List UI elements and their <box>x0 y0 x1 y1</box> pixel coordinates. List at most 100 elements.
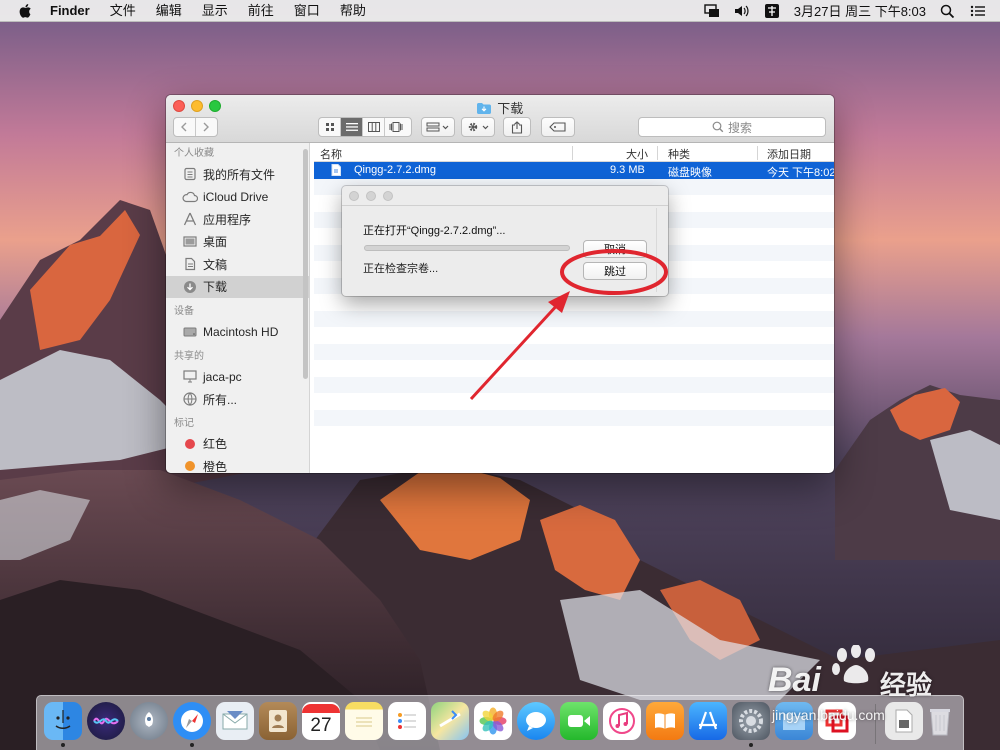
dialog-zoom-button <box>383 191 393 201</box>
reminders-icon[interactable] <box>388 702 426 740</box>
column-view-button[interactable] <box>363 118 385 136</box>
applications-icon <box>182 212 198 226</box>
input-method-icon[interactable] <box>764 3 780 18</box>
baidu-paw-logo <box>832 645 875 684</box>
column-header-size[interactable]: 大小 <box>626 146 648 162</box>
notification-center-icon[interactable] <box>970 4 986 18</box>
table-row <box>314 393 834 410</box>
sidebar-item-downloads[interactable]: 下载 <box>166 275 309 298</box>
itunes-icon[interactable] <box>603 702 641 740</box>
search-field[interactable]: 搜索 <box>638 117 826 137</box>
apple-menu-icon[interactable] <box>18 3 32 19</box>
contacts-icon[interactable] <box>259 702 297 740</box>
file-name: Qingg-2.7.2.dmg <box>354 164 436 176</box>
notes-icon[interactable] <box>345 702 383 740</box>
calendar-icon[interactable]: 27 <box>302 702 340 740</box>
action-menu-button[interactable] <box>461 117 495 137</box>
cancel-button[interactable]: 取消 <box>583 240 647 258</box>
opening-progress-dialog: 正在打开“Qingg-2.7.2.dmg”... 正在检查宗卷... 取消 跳过 <box>342 186 668 296</box>
share-button[interactable] <box>503 117 531 137</box>
siri-icon[interactable] <box>87 702 125 740</box>
sidebar-item-tag-orange[interactable]: 橙色 <box>166 455 309 473</box>
table-row[interactable]: Qingg-2.7.2.dmg 9.3 MB 磁盘映像 今天 下午8:02 <box>314 162 834 179</box>
sidebar-item-all-my-files[interactable]: 我的所有文件 <box>166 163 309 186</box>
finder-icon[interactable] <box>44 702 82 740</box>
ibooks-icon[interactable] <box>646 702 684 740</box>
sidebar-item-documents[interactable]: 文稿 <box>166 253 309 276</box>
menu-app-name[interactable]: Finder <box>46 0 100 22</box>
column-header-name[interactable]: 名称 <box>320 146 342 162</box>
group-icon <box>426 122 449 132</box>
tags-button[interactable] <box>541 117 575 137</box>
downloads-folder-icon <box>476 103 491 114</box>
screen-mirroring-icon[interactable] <box>704 3 720 18</box>
documents-icon <box>182 257 198 271</box>
table-row <box>314 360 834 377</box>
progress-bar <box>364 245 570 251</box>
menu-bar: Finder 文件 编辑 显示 前往 窗口 帮助 3月27日 周三 下午8:03 <box>0 0 1000 22</box>
sidebar-item-label: 应用程序 <box>203 212 252 227</box>
menu-edit[interactable]: 编辑 <box>146 0 192 22</box>
table-row <box>314 409 834 426</box>
menu-window[interactable]: 窗口 <box>284 0 330 22</box>
all-files-icon <box>182 167 198 181</box>
list-view-button[interactable] <box>341 118 363 136</box>
sidebar-scrollbar[interactable] <box>303 149 308 379</box>
menu-file[interactable]: 文件 <box>100 0 146 22</box>
sidebar-item-tag-red[interactable]: 红色 <box>166 433 309 456</box>
launchpad-icon[interactable] <box>130 702 168 740</box>
spotlight-icon[interactable] <box>940 4 956 18</box>
view-mode-control <box>318 117 412 137</box>
window-title-text: 下载 <box>497 101 524 116</box>
photos-icon[interactable] <box>474 702 512 740</box>
column-header-date[interactable]: 添加日期 <box>767 146 811 162</box>
sidebar-item-icloud-drive[interactable]: iCloud Drive <box>166 186 309 209</box>
messages-icon[interactable] <box>517 702 555 740</box>
system-preferences-icon[interactable] <box>732 702 770 740</box>
sidebar-item-applications[interactable]: 应用程序 <box>166 208 309 231</box>
back-button[interactable] <box>174 118 196 136</box>
column-header-kind[interactable]: 种类 <box>668 146 690 162</box>
table-row <box>314 376 834 393</box>
icon-view-button[interactable] <box>319 118 341 136</box>
table-row <box>314 294 834 311</box>
app-store-icon[interactable] <box>689 702 727 740</box>
menu-go[interactable]: 前往 <box>238 0 284 22</box>
skip-button[interactable]: 跳过 <box>583 262 647 280</box>
volume-icon[interactable] <box>734 4 750 18</box>
sidebar-item-jaca-pc[interactable]: jaca-pc <box>166 366 309 389</box>
share-icon <box>511 120 523 134</box>
baidu-watermark: Bai 经验 jingyan.baidu.com <box>768 645 998 737</box>
calendar-day: 27 <box>310 714 332 736</box>
sidebar-item-label: Macintosh HD <box>203 325 279 340</box>
maps-icon[interactable] <box>431 702 469 740</box>
menu-view[interactable]: 显示 <box>192 0 238 22</box>
network-icon <box>182 392 198 406</box>
sidebar-section-favorites: 个人收藏 <box>174 148 214 159</box>
table-row <box>314 310 834 327</box>
search-icon <box>712 121 724 133</box>
sidebar-item-all-shared[interactable]: 所有... <box>166 388 309 411</box>
facetime-icon[interactable] <box>560 702 598 740</box>
menu-clock[interactable]: 3月27日 周三 下午8:03 <box>794 1 926 20</box>
sidebar-section-tags: 标记 <box>174 417 194 429</box>
safari-icon[interactable] <box>173 702 211 740</box>
sidebar-item-label: 所有... <box>203 392 238 407</box>
mail-icon[interactable] <box>216 702 254 740</box>
columns-icon <box>367 122 380 132</box>
watermark-url: jingyan.baidu.com <box>772 707 885 723</box>
sidebar-item-macintosh-hd[interactable]: Macintosh HD <box>166 321 309 344</box>
dialog-message: 正在打开“Qingg-2.7.2.dmg”... <box>363 225 506 237</box>
sidebar-item-label: 红色 <box>203 437 228 452</box>
finder-toolbar: 下载 搜索 <box>166 95 834 143</box>
red-tag-dot <box>185 438 195 449</box>
sidebar-item-desktop[interactable]: 桌面 <box>166 231 309 254</box>
gear-icon <box>468 122 489 132</box>
cover-flow-button[interactable] <box>385 118 407 136</box>
disk-image-icon <box>331 164 341 176</box>
menu-help[interactable]: 帮助 <box>330 0 376 22</box>
group-by-button[interactable] <box>421 117 455 137</box>
finder-sidebar: 个人收藏 我的所有文件 iCloud Drive 应用程序 桌面 文稿 下载 设… <box>166 143 310 473</box>
file-size: 9.3 MB <box>610 164 645 176</box>
forward-button[interactable] <box>196 118 217 136</box>
